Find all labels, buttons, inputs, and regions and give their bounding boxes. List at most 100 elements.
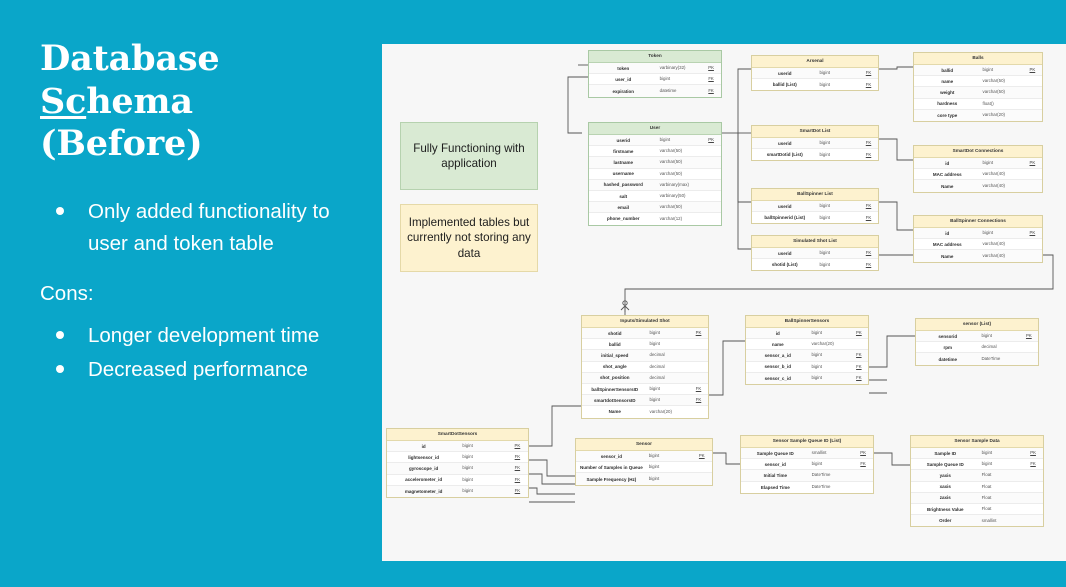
list-item-label: Only added functionality to user and tok… <box>88 200 330 256</box>
table-row: initial_speed decimal <box>582 350 708 362</box>
column-name: magnetometer_id <box>404 488 443 494</box>
table-row: id bigint PK <box>914 158 1042 170</box>
table-row: username varchar(50) <box>589 169 721 180</box>
column-type: varchar(20) <box>811 341 834 347</box>
table-row: MAC address varchar(40) <box>914 169 1042 181</box>
slide-text-panel: Database Schema (Before) Only added func… <box>0 0 382 587</box>
table-row: email varchar(50) <box>589 202 721 214</box>
column-key-badge: FK <box>507 477 528 482</box>
table-row: sensor_id bigint FK <box>741 459 873 471</box>
column-type: decimal <box>649 374 665 380</box>
column-name: smartdotSensorsID <box>594 397 636 403</box>
table-row: userid bigint FK <box>752 68 878 80</box>
table-row: accelerometer_id bigint FK <box>387 475 528 486</box>
column-type: varbinary(50) <box>659 192 686 198</box>
list-item: Longer development time <box>40 320 356 352</box>
table-row: Elapsed Time DateTime <box>741 482 873 493</box>
column-name: shotid (List) <box>771 262 798 268</box>
column-name: username <box>612 171 634 177</box>
column-type: bigint <box>811 352 822 358</box>
column-type: datetime <box>659 87 677 93</box>
column-name: gyroscope_id <box>409 466 439 472</box>
entity-table-title: SmartDot List <box>752 126 878 139</box>
column-name: phone_number <box>607 216 640 222</box>
table-row: shotid (List) bigint FK <box>752 259 878 270</box>
table-row: firstname varchar(50) <box>589 146 721 158</box>
entity-table-title: SmartDotSensors <box>387 429 528 442</box>
key-label: FK <box>695 397 702 403</box>
column-type: varchar(12) <box>659 215 683 221</box>
column-key-badge: PK <box>1023 230 1042 235</box>
column-key-badge: PK <box>1023 67 1042 72</box>
column-type: DateTime <box>981 355 1001 361</box>
column-key-badge: FK <box>850 364 868 369</box>
column-type: Float <box>981 494 992 500</box>
column-type: float() <box>982 100 994 106</box>
key-label: PK <box>1025 333 1032 339</box>
table-row: expiration datetime FK <box>589 85 721 97</box>
column-name: xaxis <box>939 484 951 490</box>
table-row: Name varchar(40) <box>914 250 1042 262</box>
column-type: bigint <box>649 341 661 347</box>
column-name: sensor_id <box>764 461 786 467</box>
table-row: userid bigint FK <box>752 201 878 213</box>
column-key-badge: FK <box>859 203 878 208</box>
column-name: smartDotid (List) <box>766 152 803 158</box>
column-name: Order <box>939 518 952 524</box>
table-row: name varchar(50) <box>914 76 1042 88</box>
key-label: PK <box>695 330 702 336</box>
table-row: ballid (List) bigint FK <box>752 79 878 90</box>
column-name: lastname <box>613 160 634 166</box>
key-label: FK <box>865 214 872 220</box>
key-label: FK <box>856 375 862 381</box>
key-label: FK <box>865 151 872 157</box>
column-type: bigint <box>981 449 993 455</box>
column-name: userid <box>778 250 792 256</box>
column-type: bigint <box>462 454 473 460</box>
column-key-badge: PK <box>701 65 721 70</box>
entity-table-inputs-simulated-shot: Inputs/Simulated Shot shotid bigint PK balli… <box>581 315 709 419</box>
table-row: Sample ID bigint PK <box>911 448 1043 460</box>
column-name: shot_angle <box>602 364 627 370</box>
key-label: FK <box>865 140 872 146</box>
column-name: Sample Frequency (Hz) <box>586 476 637 482</box>
key-label: FK <box>865 70 872 76</box>
column-type: varchar(50) <box>659 204 683 210</box>
key-label: PK <box>698 453 705 459</box>
table-row: ballid bigint PK <box>914 65 1042 77</box>
column-type: varchar(50) <box>982 78 1005 84</box>
column-name: userid <box>778 70 792 76</box>
column-key-badge: FK <box>507 466 528 470</box>
table-row: yaxis Float <box>911 470 1043 482</box>
table-row: weight varchar(50) <box>914 87 1042 99</box>
entity-table-title: SmartDot Connections <box>914 146 1042 159</box>
list-item-label: Decreased performance <box>88 357 308 381</box>
column-name: Elapsed Time <box>760 484 790 490</box>
column-type: bigint <box>982 159 994 165</box>
column-key-badge: PK <box>1020 333 1038 339</box>
column-name: Number of Samples in Queue <box>579 464 643 470</box>
key-label: FK <box>865 250 872 256</box>
column-key-badge: FK <box>701 77 721 81</box>
entity-table-sensor-list: sensor (List) sensorid bigint PK rpm decimal d… <box>915 318 1039 366</box>
column-type: Float <box>981 483 992 489</box>
column-name: name <box>771 341 784 347</box>
entity-table-title: Arsenal <box>752 56 878 69</box>
column-type: bigint <box>819 69 831 75</box>
column-name: userid <box>778 203 792 209</box>
column-type: decimal <box>649 363 665 369</box>
table-row: Brightness Value Float <box>911 504 1043 516</box>
title-line-1: Database <box>40 38 220 79</box>
column-name: user_id <box>615 76 632 82</box>
column-name: sensor_b_id <box>764 364 791 370</box>
column-name: sensor_c_id <box>764 375 791 381</box>
column-key-badge: FK <box>859 151 878 157</box>
column-type: varchar(50) <box>982 89 1005 95</box>
column-name: sensor_id <box>600 453 622 459</box>
column-type: bigint <box>462 476 473 482</box>
table-row: sensorid bigint PK <box>916 331 1038 343</box>
table-row: core type varchar(20) <box>914 109 1042 122</box>
column-name: Sample Queue ID <box>926 461 964 467</box>
key-label: FK <box>1030 461 1036 467</box>
table-row: ballSpinnerSensorsID bigint FK <box>582 384 708 396</box>
